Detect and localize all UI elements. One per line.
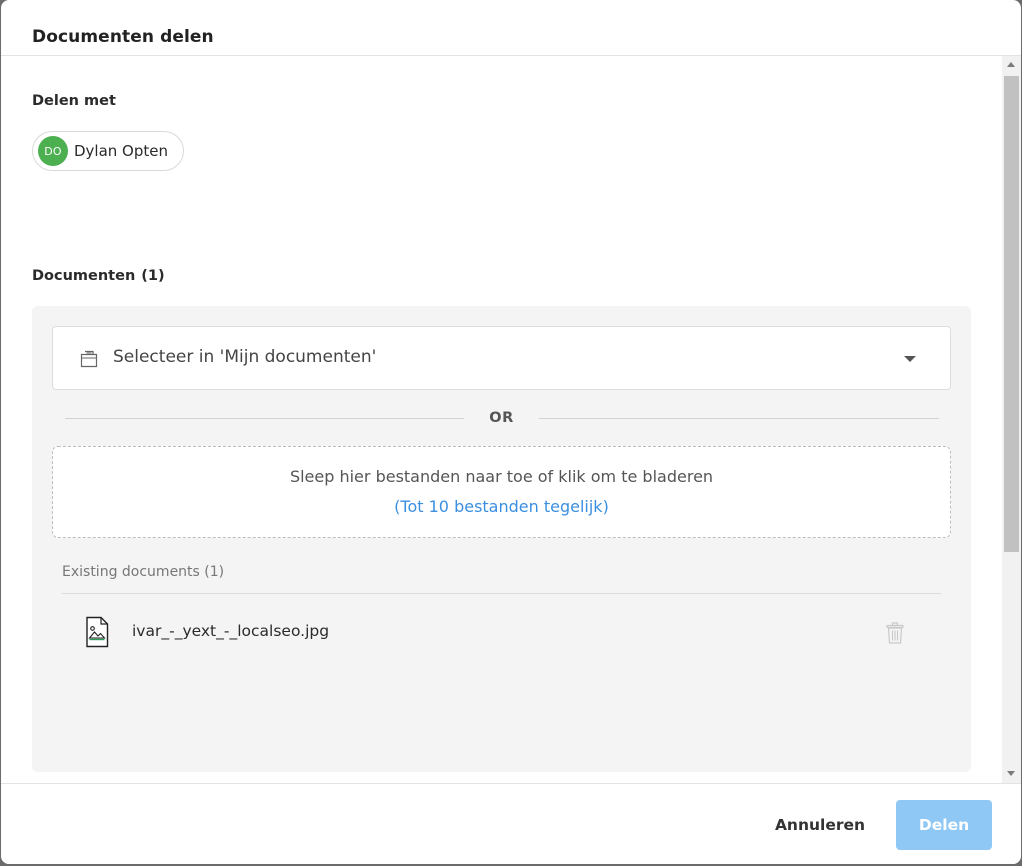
file-dropzone[interactable]: Sleep hier bestanden naar toe of klik om… (52, 446, 951, 538)
list-item: ivar_-_yext_-_localseo.jpg (62, 606, 941, 656)
select-placeholder: Selecteer in 'Mijn documenten' (113, 347, 377, 367)
documents-label: Documenten (1) (32, 268, 165, 284)
divider-right (539, 418, 939, 419)
documents-panel: Selecteer in 'Mijn documenten' OR Sleep … (32, 306, 971, 772)
dropzone-limit-link[interactable]: (Tot 10 bestanden tegelijk) (53, 497, 950, 516)
existing-documents-title: Existing documents (1) (62, 564, 225, 580)
my-documents-select[interactable]: Selecteer in 'Mijn documenten' (52, 326, 951, 390)
share-documents-dialog: Documenten delen Delen met DO Dylan Opte… (1, 0, 1021, 864)
share-button[interactable]: Delen (896, 800, 992, 850)
documents-label-text: Documenten (32, 268, 136, 284)
dialog-body: Delen met DO Dylan Opten Documenten (1) S… (1, 56, 1002, 783)
scroll-up-arrow-icon[interactable] (1007, 62, 1015, 67)
scrollbar-thumb[interactable] (1004, 76, 1019, 552)
recipient-name: Dylan Opten (74, 142, 169, 160)
trash-icon[interactable] (885, 622, 905, 644)
chevron-down-icon (904, 356, 916, 362)
divider-left (65, 418, 464, 419)
recipient-chip[interactable]: DO Dylan Opten (32, 131, 185, 171)
image-file-icon (86, 616, 109, 648)
or-divider-text: OR (489, 410, 514, 426)
avatar: DO (38, 136, 68, 166)
cancel-button[interactable]: Annuleren (761, 810, 879, 840)
dialog-header: Documenten delen (1, 0, 1021, 56)
documents-count: (1) (141, 268, 165, 284)
existing-documents-divider (62, 593, 941, 594)
file-name: ivar_-_yext_-_localseo.jpg (132, 622, 330, 640)
dialog-footer: Annuleren Delen (1, 783, 1021, 864)
vertical-scrollbar[interactable] (1002, 56, 1021, 783)
folder-icon (80, 350, 98, 368)
scroll-down-arrow-icon[interactable] (1007, 771, 1015, 776)
share-with-label: Delen met (32, 93, 116, 109)
dialog-title: Documenten delen (32, 27, 214, 47)
dropzone-instruction: Sleep hier bestanden naar toe of klik om… (289, 467, 714, 486)
